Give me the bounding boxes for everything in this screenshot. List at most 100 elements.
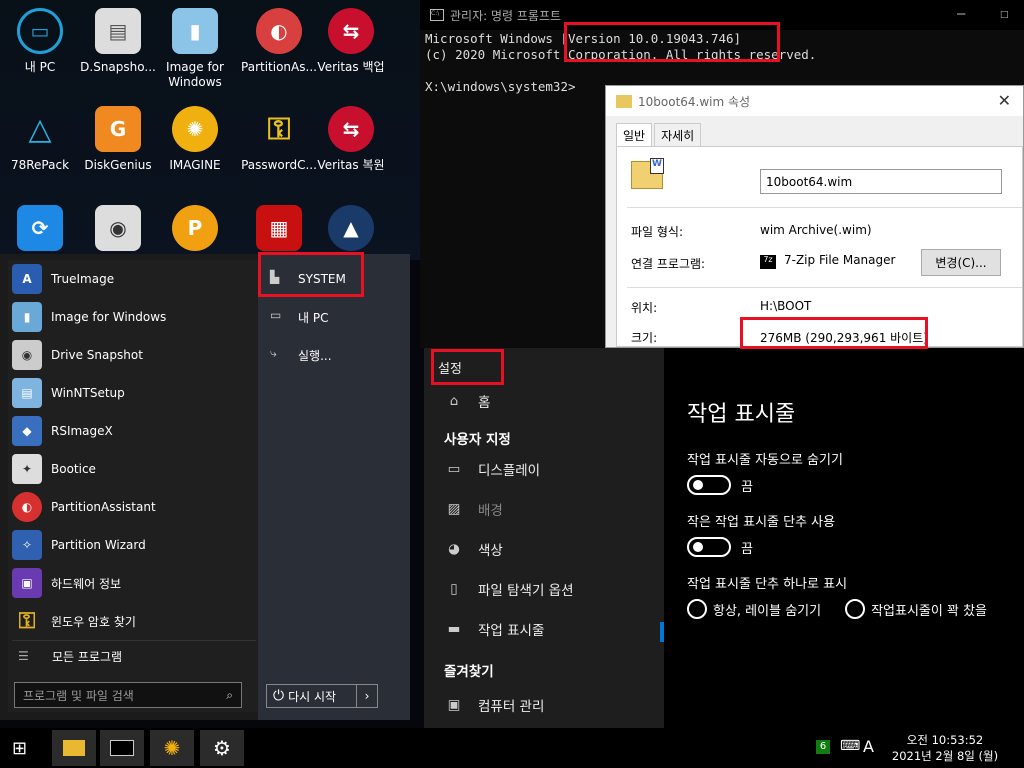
desktop-icon-my-pc[interactable]: ▭ 내 PC	[0, 8, 80, 75]
nav-taskbar[interactable]: ▬ 작업 표시줄	[444, 619, 545, 639]
cmd-app-icon: C:\	[430, 9, 444, 21]
program-value: 7-Zip File Manager	[784, 253, 896, 267]
nav-background[interactable]: ▨ 배경	[444, 499, 503, 519]
grid-icon: ▦	[256, 205, 302, 251]
pc-icon: ▮	[172, 8, 218, 54]
nav-colors[interactable]: ◕ 색상	[444, 539, 503, 559]
filename-input[interactable]	[760, 169, 1002, 194]
desktop-icon-78repack[interactable]: △ 78RePack	[0, 106, 80, 173]
size-value: 276MB (290,293,961 바이트)	[760, 331, 928, 345]
desktop: ▭ 내 PC ▤ D.Snapsho... ▮ Image for Windows ◐…	[0, 0, 420, 260]
taskbar-icon: ▬	[447, 621, 461, 637]
desktop-icon-veritas-backup[interactable]: ⇆ Veritas 백업	[311, 8, 391, 75]
nav-home[interactable]: ⌂ 홈	[444, 391, 491, 411]
start-item-bootice[interactable]: ✦ Bootice	[8, 450, 260, 488]
start-item-hardware-info[interactable]: ▣ 하드웨어 정보	[8, 564, 260, 602]
start-right-system[interactable]: ▙ SYSTEM	[258, 260, 410, 298]
taskbar-imagine[interactable]: ✺	[150, 730, 194, 766]
file-icon: ▯	[450, 581, 458, 597]
folder-icon	[616, 94, 632, 108]
cmd-line-copyright: (c) 2020 Microsoft Corporation. All righ…	[425, 47, 817, 62]
nav-computer-management[interactable]: ▣ 컴퓨터 관리	[444, 695, 545, 715]
properties-dialog[interactable]: 10boot64.wim 속성 ✕ 일반 자세히 W 파일 형식: wim Ar…	[605, 85, 1024, 348]
desktop-icon-partition-assistant[interactable]: ◐ PartitionAs...	[239, 8, 319, 75]
start-item-winntsetup[interactable]: ▤ WinNTSetup	[8, 374, 260, 412]
desktop-icon-usb-tool[interactable]: ▲	[311, 205, 391, 251]
page-title: 작업 표시줄	[687, 402, 796, 427]
type-label: 파일 형식:	[631, 225, 684, 239]
diskgenius-icon: G	[95, 106, 141, 152]
properties-title: 10boot64.wim 속성	[638, 94, 751, 109]
camera-icon: ◉	[12, 340, 42, 370]
clock-date: 2021년 2월 8일 (월)	[891, 749, 999, 763]
start-item-rsimagex[interactable]: ◆ RSImageX	[8, 412, 260, 450]
wim-file-icon: W	[631, 158, 664, 189]
start-program-list: A TrueImage ▮ Image for Windows ◉ Drive Sna…	[8, 260, 260, 712]
minimize-icon[interactable]: —	[957, 6, 965, 22]
power-icon: ⏻	[273, 688, 285, 704]
user-folder-icon: ▙	[270, 270, 280, 284]
cmd-prompt[interactable]: X:\windows\system32>	[425, 79, 576, 94]
start-right-run[interactable]: ⤷ 실행...	[258, 336, 410, 374]
tab-details[interactable]: 자세히	[654, 123, 702, 148]
restart-options-arrow[interactable]: ›	[356, 684, 378, 708]
nav-explorer-options[interactable]: ▯ 파일 탐색기 옵션	[444, 579, 573, 599]
taskbar-explorer[interactable]	[52, 730, 96, 766]
start-item-partition-assistant[interactable]: ◐ PartitionAssistant	[8, 488, 260, 526]
auto-hide-toggle[interactable]	[687, 475, 731, 495]
start-right-mypc[interactable]: ▭ 내 PC	[258, 298, 410, 336]
desktop-icon-p-tool[interactable]: P	[155, 205, 235, 251]
radio-when-full[interactable]	[845, 599, 866, 619]
triangle-icon: △	[28, 111, 52, 147]
desktop-icon-sync[interactable]: ⟳	[0, 205, 80, 251]
start-item-drive-snapshot[interactable]: ◉ Drive Snapshot	[8, 336, 260, 374]
settings-window[interactable]: 설정 ⌂ 홈 사용자 지정 ▭ 디스플레이 ▨ 배경 ◕ 색상 ▯ 파일 탐색기 옵션 ▬…	[424, 348, 1024, 728]
small-buttons-state: 끔	[741, 541, 753, 557]
badge-icon[interactable]: 6	[816, 740, 830, 754]
sync-icon: ⟳	[17, 205, 63, 251]
desktop-icon-image-for-windows[interactable]: ▮ Image for Windows	[155, 8, 235, 90]
location-label: 위치:	[631, 301, 658, 315]
desktop-icon-imagine[interactable]: ✺ IMAGINE	[155, 106, 235, 173]
computer-icon: ▭	[270, 308, 282, 322]
rsimagex-icon: ◆	[12, 416, 42, 446]
cmd-line-version: Microsoft Windows [Version 10.0.19043.74…	[425, 31, 742, 46]
ime-indicator[interactable]: A	[863, 737, 874, 756]
small-buttons-toggle[interactable]	[687, 537, 731, 557]
properties-titlebar[interactable]: 10boot64.wim 속성 ✕	[606, 86, 1023, 116]
desktop-icon-dsnapshot[interactable]: ▤ D.Snapsho...	[78, 8, 158, 75]
tab-general[interactable]: 일반	[616, 123, 653, 148]
bootice-icon: ✦	[12, 454, 42, 484]
start-item-partition-wizard[interactable]: ✧ Partition Wizard	[8, 526, 260, 564]
start-item-trueimage[interactable]: A TrueImage	[8, 260, 260, 298]
keyboard-icon[interactable]: ⌨	[840, 738, 860, 754]
close-icon[interactable]: ✕	[998, 91, 1011, 110]
desktop-icon-grid-tool[interactable]: ▦	[239, 205, 319, 251]
start-search-input[interactable]: 프로그램 및 파일 검색 ⌕	[14, 682, 242, 708]
desktop-icon-camera[interactable]: ◉	[78, 205, 158, 251]
start-item-password-finder[interactable]: ⚿ 윈도우 암호 찾기	[8, 602, 260, 640]
change-button[interactable]: 변경(C)...	[921, 249, 1001, 276]
camera-icon: ◉	[95, 205, 141, 251]
key-icon: ⚿	[18, 608, 36, 634]
all-programs[interactable]: ☰ 모든 프로그램	[8, 641, 260, 671]
trueimage-icon: A	[12, 264, 42, 294]
start-right-panel: ▙ SYSTEM ▭ 내 PC ⤷ 실행... ⏻ 다시 시작 ›	[258, 254, 410, 720]
radio-always-combine[interactable]	[687, 599, 707, 619]
taskbar-cmd[interactable]	[100, 730, 144, 766]
start-item-image-for-windows[interactable]: ▮ Image for Windows	[8, 298, 260, 336]
usb-icon: ▲	[328, 205, 374, 251]
windows-start-icon[interactable]: ⊞	[12, 738, 27, 759]
option-auto-hide-label: 작업 표시줄 자동으로 숨기기	[687, 453, 843, 468]
terminal-icon	[110, 740, 134, 756]
maximize-icon[interactable]: ☐	[1000, 6, 1008, 22]
desktop-icon-diskgenius[interactable]: G DiskGenius	[78, 106, 158, 173]
taskbar-settings[interactable]: ⚙	[200, 730, 244, 766]
key-icon: ⚿	[267, 111, 291, 147]
section-customize: 사용자 지정	[444, 432, 511, 448]
desktop-icon-passwordc[interactable]: ⚿ PasswordC...	[239, 106, 319, 173]
clock[interactable]: 오전 10:53:52 2021년 2월 8일 (월)	[890, 732, 1000, 764]
cmd-titlebar[interactable]: C:\ 관리자: 명령 프롬프트	[420, 0, 1024, 30]
nav-display[interactable]: ▭ 디스플레이	[444, 459, 541, 479]
desktop-icon-veritas-restore[interactable]: ⇆ Veritas 복원	[311, 106, 391, 173]
